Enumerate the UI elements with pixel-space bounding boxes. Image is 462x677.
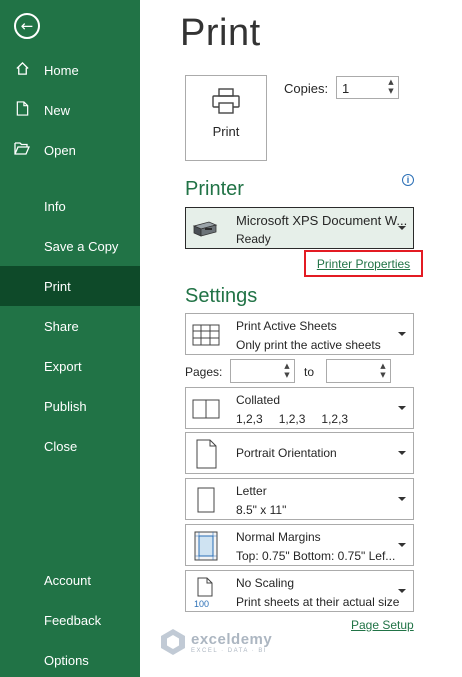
pages-to-stepper[interactable]: ▲ ▼ (326, 359, 391, 383)
sidebar-item-new[interactable]: New (0, 90, 140, 130)
print-panel: Print Print Copies: 1 ▲ ▼ Printer i Micro… (140, 0, 462, 677)
margins-desc: Top: 0.75" Bottom: 0.75" Lef... (236, 549, 396, 563)
spin-arrows-icon[interactable]: ▲ ▼ (378, 362, 388, 381)
spin-arrows-icon[interactable]: ▲ ▼ (282, 362, 292, 381)
margins-icon (194, 531, 218, 561)
collation-value: 1,2,3 (236, 412, 263, 426)
back-arrow-icon[interactable]: ← (14, 13, 40, 39)
copies-stepper[interactable]: 1 ▲ ▼ (336, 76, 399, 99)
sidebar-item-label: Save a Copy (44, 238, 119, 254)
sidebar-item-options[interactable]: Options (0, 640, 140, 677)
sidebar-item-label: Account (44, 572, 91, 588)
printer-properties-label: Printer Properties (316, 256, 411, 271)
collation-title: Collated (236, 393, 281, 407)
sidebar-item-label: Options (44, 652, 89, 668)
paper-size-desc: 8.5" x 11" (236, 503, 287, 517)
chevron-down-icon (398, 589, 406, 593)
sidebar-item-label: Publish (44, 398, 87, 414)
sheet-grid-icon (192, 324, 220, 346)
margins-title: Normal Margins (236, 530, 321, 544)
pages-from-stepper[interactable]: ▲ ▼ (230, 359, 295, 383)
sidebar-item-label: Open (44, 142, 76, 158)
print-scope-dropdown[interactable]: Print Active Sheets Only print the activ… (185, 313, 414, 355)
pages-to-label: to (304, 365, 315, 379)
paper-size-dropdown[interactable]: Letter 8.5" x 11" (185, 478, 414, 520)
portrait-page-icon (196, 439, 217, 469)
page-title: Print (180, 12, 261, 54)
sidebar-item-close[interactable]: Close (0, 426, 140, 466)
sidebar-item-label: Info (44, 198, 66, 214)
sidebar-item-home[interactable]: Home (0, 50, 140, 90)
sidebar-item-label: Print (44, 278, 71, 294)
spin-arrows-icon[interactable]: ▲ ▼ (386, 78, 396, 97)
backstage-sidebar: ← Home New Open Info Save a Copy Print S… (0, 0, 140, 677)
watermark-tagline: EXCEL · DATA · BI (191, 647, 268, 654)
chevron-down-icon (398, 451, 406, 455)
sidebar-item-info[interactable]: Info (0, 186, 140, 226)
letter-page-icon (197, 487, 215, 513)
collation-value: 1,2,3 (278, 412, 306, 426)
scaling-icon-text: 100 (194, 599, 209, 608)
chevron-down-icon (398, 332, 406, 336)
print-button[interactable]: Print (185, 75, 267, 161)
chevron-down-icon (398, 226, 406, 230)
sidebar-item-open[interactable]: Open (0, 130, 140, 170)
folder-open-icon (0, 141, 44, 159)
sidebar-item-label: Feedback (44, 612, 102, 628)
printer-name: Microsoft XPS Document W... (236, 213, 408, 228)
printer-status: Ready (236, 232, 271, 246)
sidebar-item-save-a-copy[interactable]: Save a Copy (0, 226, 140, 266)
sidebar-item-label: New (44, 102, 71, 118)
print-scope-desc: Only print the active sheets (236, 338, 381, 352)
home-icon (0, 61, 44, 80)
collation-value: 1,2,3 (321, 412, 349, 426)
scaling-page-icon: 100 (194, 577, 213, 608)
settings-heading: Settings (185, 285, 258, 307)
collation-values: 1,2,3 1,2,3 1,2,3 (236, 412, 348, 426)
copies-value: 1 (342, 81, 350, 96)
chevron-down-icon (398, 543, 406, 547)
new-doc-icon (0, 100, 44, 120)
printer-properties-link[interactable]: Printer Properties (304, 250, 423, 277)
sidebar-item-export[interactable]: Export (0, 346, 140, 386)
sidebar-item-print[interactable]: Print (0, 266, 140, 306)
margins-dropdown[interactable]: Normal Margins Top: 0.75" Bottom: 0.75" … (185, 524, 414, 566)
scaling-dropdown[interactable]: 100 No Scaling Print sheets at their act… (185, 570, 414, 612)
watermark-name: exceldemy (191, 630, 273, 648)
scaling-title: No Scaling (236, 576, 295, 590)
sidebar-item-publish[interactable]: Publish (0, 386, 140, 426)
print-button-label: Print (212, 124, 240, 139)
chevron-down-icon (398, 406, 406, 410)
sidebar-item-feedback[interactable]: Feedback (0, 600, 140, 640)
info-icon[interactable]: i (402, 174, 414, 186)
orientation-dropdown[interactable]: Portrait Orientation (185, 432, 414, 474)
collated-pages-icon (192, 399, 220, 419)
paper-size-title: Letter (236, 484, 267, 498)
pages-label: Pages: (185, 365, 223, 379)
printer-heading: Printer (185, 178, 244, 200)
copies-label: Copies: (284, 81, 329, 96)
sidebar-item-label: Share (44, 318, 79, 334)
printer-icon (212, 88, 240, 114)
chevron-down-icon (398, 497, 406, 501)
sidebar-item-label: Export (44, 358, 82, 374)
orientation-title: Portrait Orientation (236, 446, 337, 460)
print-scope-title: Print Active Sheets (236, 319, 337, 333)
exceldemy-logo-icon (161, 629, 185, 655)
page-setup-link[interactable]: Page Setup (351, 618, 414, 632)
sidebar-item-share[interactable]: Share (0, 306, 140, 346)
scaling-desc: Print sheets at their actual size (236, 595, 400, 609)
sidebar-item-label: Home (44, 62, 79, 78)
collation-dropdown[interactable]: Collated 1,2,3 1,2,3 1,2,3 (185, 387, 414, 429)
printer-dropdown[interactable]: Microsoft XPS Document W... Ready (185, 207, 414, 249)
xps-printer-icon (192, 221, 218, 237)
exceldemy-watermark: exceldemy EXCEL · DATA · BI (160, 628, 272, 656)
sidebar-item-account[interactable]: Account (0, 560, 140, 600)
sidebar-item-label: Close (44, 438, 78, 454)
